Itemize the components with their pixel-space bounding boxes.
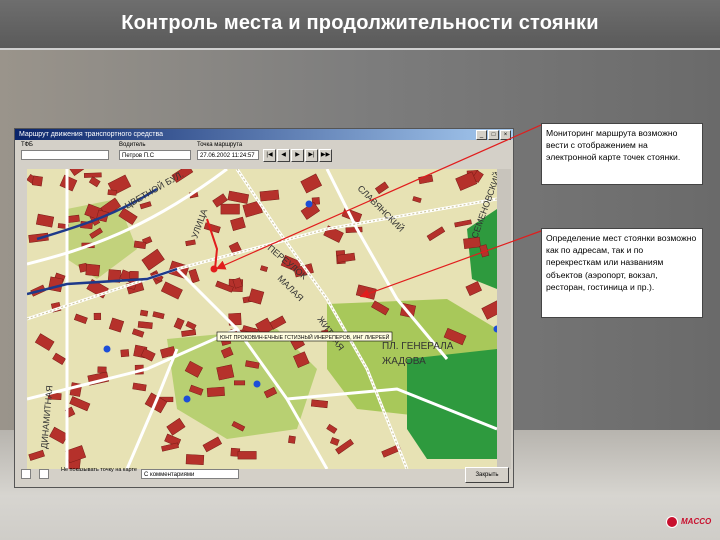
building	[137, 321, 153, 330]
building	[129, 271, 139, 279]
logo-emblem	[666, 516, 678, 528]
parking-point[interactable]	[253, 380, 261, 388]
square-label: ЖАДОВА	[382, 356, 426, 367]
title-bar: Контроль места и продолжительности стоян…	[0, 0, 720, 50]
building	[93, 312, 102, 321]
building	[133, 240, 147, 249]
building	[237, 451, 257, 460]
building	[31, 175, 43, 187]
vehicle-label: ТФБ	[21, 142, 33, 148]
maximize-button[interactable]: □	[488, 130, 499, 140]
window-title: Маршрут движения транспортного средства	[19, 131, 164, 138]
parking-point-selected[interactable]	[210, 265, 218, 273]
building	[288, 435, 296, 444]
callout-note-location: Определение мест стоянки возможно как по…	[541, 228, 703, 318]
point-tooltip: ЮНТ ПРОКОВИН-ЕЧНЫЕ ГСТИЗНЫЙ ИНЕРЕПЕРОВ, …	[220, 333, 390, 341]
building	[259, 189, 280, 202]
checkbox-label: Не показывать точку на карте	[61, 467, 137, 473]
logo-text: MACCO	[681, 517, 712, 526]
building	[120, 349, 130, 358]
time-field[interactable]: 27.06.2002 11:24:57	[197, 150, 259, 160]
show-point-checkbox[interactable]	[21, 469, 31, 479]
driver-label: Водитель	[119, 142, 146, 148]
slide-title: Контроль места и продолжительности стоян…	[121, 12, 599, 34]
company-logo: MACCO	[666, 514, 718, 530]
building	[185, 454, 205, 466]
callout-note-route: Мониторинг маршрута возможно вести с ото…	[541, 123, 703, 185]
building	[107, 189, 117, 196]
map-canvas[interactable]: ЦВЕТНОЙ БУЛ. УЛИЦА СЛАВЯНСКИЙ ПЕРЕУЛОК С…	[27, 169, 497, 469]
city-map[interactable]: ЦВЕТНОЙ БУЛ. УЛИЦА СЛАВЯНСКИЙ ПЕРЕУЛОК С…	[27, 169, 497, 469]
last-point-button[interactable]: ▶|	[305, 149, 318, 162]
parking-point[interactable]	[183, 395, 191, 403]
window-controls: _ □ ×	[476, 130, 511, 140]
building	[234, 380, 246, 386]
comments-checkbox[interactable]	[39, 469, 49, 479]
vehicle-select[interactable]	[21, 150, 109, 160]
time-label: Точка маршрута	[197, 142, 243, 148]
close-button[interactable]: Закрыть	[465, 467, 509, 483]
building	[97, 366, 107, 374]
square-label: ПЛ. ГЕНЕРАЛА	[382, 341, 454, 352]
building	[139, 309, 149, 317]
building	[310, 399, 328, 409]
app-window: Маршрут движения транспортного средства …	[14, 128, 514, 488]
parking-point[interactable]	[305, 200, 313, 208]
toolbar: ТФБ Водитель Петров П.С Точка маршрута 2…	[15, 140, 513, 166]
window-titlebar[interactable]: Маршрут движения транспортного средства …	[15, 129, 513, 140]
next-point-button[interactable]: ▶	[291, 149, 304, 162]
parking-point[interactable]	[103, 345, 111, 353]
minimize-button[interactable]: _	[476, 130, 487, 140]
bottom-bar: Не показывать точку на карте С комментар…	[15, 465, 513, 487]
prev-point-button[interactable]: ◀	[277, 149, 290, 162]
building	[206, 386, 225, 397]
building	[220, 203, 240, 215]
play-button[interactable]: ▶▶	[319, 149, 332, 162]
first-point-button[interactable]: |◀	[263, 149, 276, 162]
map-scrollbar[interactable]	[497, 169, 511, 469]
display-mode-select[interactable]: С комментариями	[141, 469, 239, 479]
driver-field[interactable]: Петров П.С	[119, 150, 191, 160]
close-window-button[interactable]: ×	[500, 130, 511, 140]
building	[85, 263, 101, 277]
